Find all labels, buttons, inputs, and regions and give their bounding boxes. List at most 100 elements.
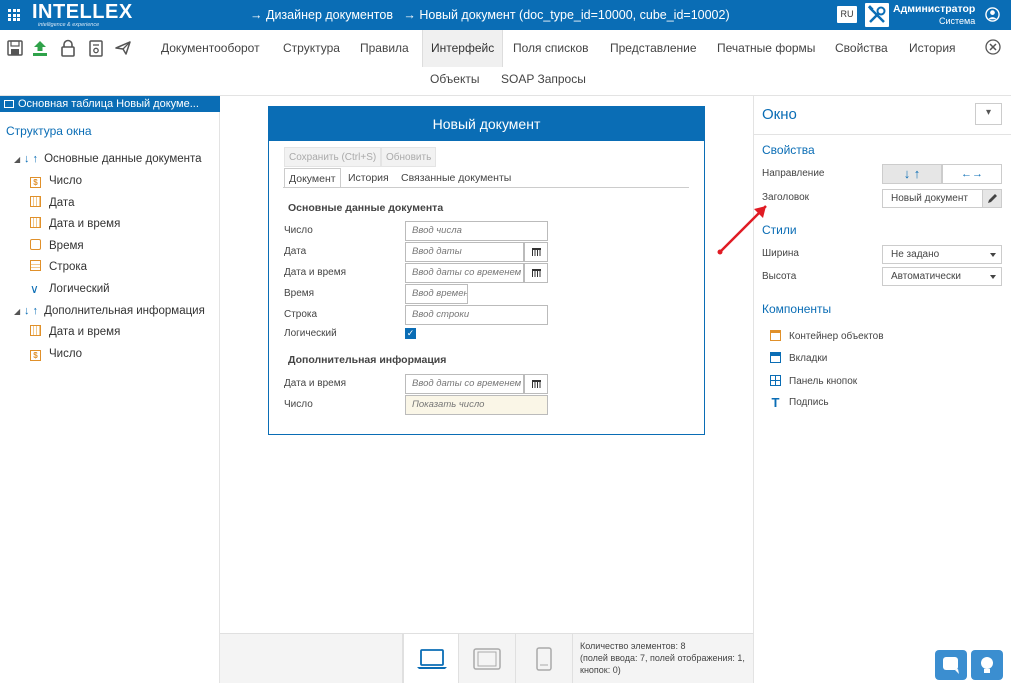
string-icon (30, 260, 41, 271)
tree-group-additional[interactable]: ◢ ↓ ↑ Дополнительная информация (14, 302, 205, 320)
save-icon[interactable] (6, 39, 24, 57)
breadcrumb-item-designer[interactable]: → Дизайнер документов (250, 8, 393, 22)
tab-properties[interactable]: Свойства (827, 30, 896, 67)
height-select[interactable]: Автоматически (882, 267, 1002, 286)
count-line-2: (полей ввода: 7, полей отображения: 1, к… (580, 653, 745, 675)
width-select[interactable]: Не задано (882, 245, 1002, 264)
direction-horizontal-button[interactable]: ←→ (942, 164, 1002, 184)
form-preview[interactable]: Новый документ Сохранить (Ctrl+S) Обнови… (268, 106, 705, 435)
tab-view[interactable]: Представление (602, 30, 705, 67)
phone-preview-button[interactable] (516, 634, 572, 683)
string-input[interactable]: Ввод строки (405, 305, 548, 325)
tree-item-boolean[interactable]: ∨ Логический (30, 280, 110, 298)
tabs-icon (770, 352, 781, 363)
tree-title: Структура окна (6, 124, 92, 138)
panel-menu-button[interactable]: ▾ (975, 103, 1002, 125)
tree-item-label: Время (49, 240, 84, 252)
date-input[interactable]: Ввод даты (405, 242, 524, 262)
close-icon[interactable] (985, 39, 1001, 55)
apps-grid-icon[interactable] (8, 9, 20, 21)
tools-icon[interactable] (865, 3, 889, 27)
button-panel-icon (770, 375, 781, 386)
tab-divider (283, 187, 689, 188)
tree-group-main[interactable]: ◢ ↓ ↑ Основные данные документа (14, 150, 202, 168)
tree-item-number[interactable]: $ Число (30, 345, 82, 363)
send-icon[interactable] (114, 39, 132, 57)
tab-list-fields[interactable]: Поля списков (505, 30, 597, 67)
breadcrumb: → Дизайнер документов → Новый документ (… (250, 8, 730, 22)
form-tab-document[interactable]: Документ (284, 168, 341, 188)
chat-button[interactable] (935, 650, 967, 680)
subtab-objects[interactable]: Объекты (430, 72, 480, 86)
subtab-soap-requests[interactable]: SOAP Запросы (501, 72, 586, 86)
caption-input[interactable]: Новый документ (882, 189, 983, 208)
form-title: Новый документ (269, 107, 704, 141)
container-icon (770, 330, 781, 341)
calendar-button[interactable] (524, 242, 548, 262)
device-preview-bar: Количество элементов: 8 (полей ввода: 7,… (220, 633, 753, 683)
laptop-icon (417, 649, 447, 669)
section-title-additional: Дополнительная информация (288, 354, 447, 366)
component-label-item[interactable]: T Подпись (770, 396, 829, 409)
logo[interactable]: INTELLEX intelligence & experience (32, 2, 133, 28)
direction-vertical-icon: ↓ ↑ (24, 153, 39, 165)
lock-icon[interactable] (59, 39, 77, 57)
tab-document-flow[interactable]: Документооборот (153, 30, 268, 67)
field-label: Строка (284, 309, 318, 320)
tree-group-label: Дополнительная информация (44, 305, 205, 317)
tree-item-label: Логический (49, 283, 110, 295)
tree-item-number[interactable]: $ Число (30, 172, 82, 190)
user-name: Администратор (893, 3, 976, 15)
tablet-preview-button[interactable] (459, 634, 515, 683)
tab-structure[interactable]: Структура (275, 30, 348, 67)
lightbulb-icon (981, 657, 993, 673)
user-role: Система (939, 16, 976, 26)
calendar-icon (532, 269, 541, 277)
time-input[interactable]: Ввод времени (405, 284, 468, 304)
edit-caption-button[interactable] (982, 189, 1002, 208)
boolean-checkbox[interactable]: ✓ (405, 328, 416, 339)
datetime-input[interactable]: Ввод даты со временем (405, 263, 524, 283)
number-icon: $ (30, 350, 41, 361)
report-settings-icon[interactable] (87, 39, 105, 57)
datetime-input[interactable]: Ввод даты со временем (405, 374, 524, 394)
tab-interface[interactable]: Интерфейс (422, 30, 504, 67)
upload-icon[interactable] (31, 39, 49, 57)
language-button[interactable]: RU (837, 6, 857, 23)
component-label: Вкладки (789, 353, 828, 364)
component-object-container[interactable]: Контейнер объектов (770, 330, 884, 342)
field-label: Дата и время (284, 378, 347, 389)
elements-count: Количество элементов: 8 (полей ввода: 7,… (580, 640, 750, 676)
collapse-triangle-icon[interactable]: ◢ (14, 303, 24, 321)
save-button[interactable]: Сохранить (Ctrl+S) (284, 147, 382, 167)
tree-item-string[interactable]: Строка (30, 258, 87, 276)
tree-item-time[interactable]: Время (30, 237, 84, 255)
tablet-icon (473, 648, 501, 670)
form-tab-related-documents[interactable]: Связанные документы (397, 168, 515, 188)
direction-vertical-button[interactable]: ↓ ↑ (882, 164, 942, 184)
form-tab-history[interactable]: История (344, 168, 393, 188)
component-button-panel[interactable]: Панель кнопок (770, 375, 857, 387)
tree-item-datetime[interactable]: Дата и время (30, 215, 120, 233)
tab-history[interactable]: История (901, 30, 964, 67)
calendar-button[interactable] (524, 263, 548, 283)
desktop-preview-button[interactable] (403, 634, 459, 683)
calendar-icon (532, 248, 541, 256)
tips-button[interactable] (971, 650, 1003, 680)
user-profile-icon[interactable] (985, 7, 1000, 22)
field-label: Число (284, 225, 313, 236)
tab-rules[interactable]: Правила (352, 30, 417, 67)
tree-item-datetime[interactable]: Дата и время (30, 323, 120, 341)
calendar-button[interactable] (524, 374, 548, 394)
field-label: Дата (284, 246, 307, 257)
tab-print-forms[interactable]: Печатные формы (709, 30, 823, 67)
refresh-button[interactable]: Обновить (381, 147, 437, 167)
collapse-triangle-icon[interactable]: ◢ (14, 151, 24, 169)
divider (572, 634, 573, 683)
main-table-header[interactable]: Основная таблица Новый докуме... (0, 96, 220, 112)
main-table-label: Основная таблица Новый докуме... (18, 98, 199, 110)
number-input[interactable]: Ввод числа (405, 221, 548, 241)
direction-label: Направление (762, 168, 825, 179)
tree-item-date[interactable]: Дата (30, 194, 74, 212)
component-tabs[interactable]: Вкладки (770, 352, 827, 364)
